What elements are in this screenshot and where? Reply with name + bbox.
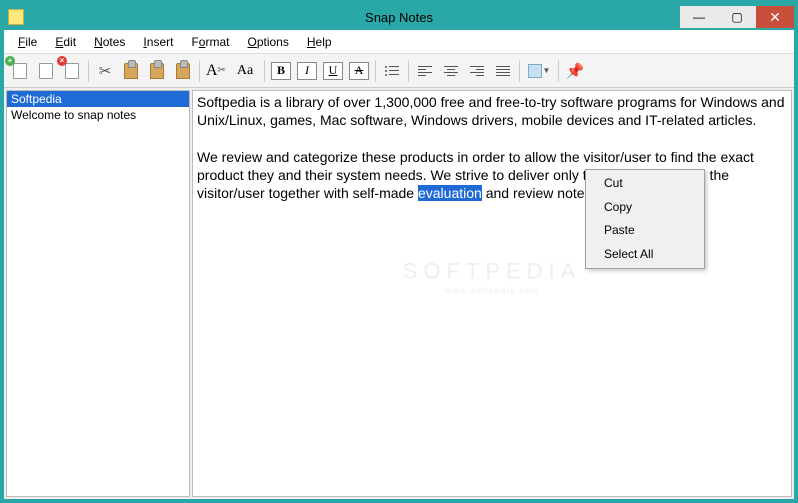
menu-format[interactable]: Format [183,33,237,51]
font-size-button[interactable]: A✂ [204,59,228,83]
notes-sidebar[interactable]: Softpedia Welcome to snap notes [6,90,190,497]
content-area: Softpedia Welcome to snap notes SOFTPEDI… [4,88,794,499]
context-copy[interactable]: Copy [586,196,704,220]
minimize-button[interactable]: — [680,6,718,28]
titlebar[interactable]: Snap Notes — ▢ ✕ [4,4,794,30]
editor-blank-line[interactable] [197,129,787,147]
context-menu: Cut Copy Paste Select All [585,169,705,269]
context-cut[interactable]: Cut [586,172,704,196]
sidebar-item-softpedia[interactable]: Softpedia [7,91,189,107]
align-left-button[interactable] [413,59,437,83]
window-controls: — ▢ ✕ [680,6,794,28]
bullet-list-icon [385,66,399,76]
pin-button[interactable]: 📌 [563,59,587,83]
clipboard-icon [150,63,164,79]
align-justify-button[interactable] [491,59,515,83]
align-justify-icon [496,66,510,76]
maximize-button[interactable]: ▢ [718,6,756,28]
menu-file[interactable]: File [10,33,45,51]
sidebar-item-welcome[interactable]: Welcome to snap notes [7,107,189,123]
italic-button[interactable]: I [295,59,319,83]
note-editor[interactable]: SOFTPEDIA www.softpedia.com Softpedia is… [192,90,792,497]
separator [408,60,409,82]
align-right-button[interactable] [465,59,489,83]
menu-help[interactable]: Help [299,33,340,51]
note-icon [528,64,542,78]
strikethrough-button[interactable]: A [347,59,371,83]
separator [88,60,89,82]
paste-special-button[interactable] [171,59,195,83]
note-style-button[interactable]: ▼ [524,59,554,83]
pin-icon: 📌 [566,62,585,80]
separator [264,60,265,82]
toolbar: + × ✂ A✂ Aa B I U A ▼ 📌 [4,54,794,88]
clipboard-icon [124,63,138,79]
menu-insert[interactable]: Insert [135,33,181,51]
cut-button[interactable]: ✂ [93,59,117,83]
bold-button[interactable]: B [269,59,293,83]
context-paste[interactable]: Paste [586,219,704,243]
italic-icon: I [297,62,317,80]
underline-icon: U [323,62,343,80]
x-badge-icon: × [57,56,67,66]
paste-button[interactable] [145,59,169,83]
menu-edit[interactable]: Edit [47,33,84,51]
selected-text[interactable]: evaluation [418,185,482,201]
open-note-button[interactable] [34,59,58,83]
page-icon [39,63,53,79]
separator [375,60,376,82]
align-left-icon [418,66,432,76]
menu-options[interactable]: Options [239,33,296,51]
align-center-icon [444,66,458,76]
scissors-small-icon: ✂ [218,65,226,76]
editor-paragraph[interactable]: Softpedia is a library of over 1,300,000… [197,93,787,129]
underline-button[interactable]: U [321,59,345,83]
plus-badge-icon: + [5,56,15,66]
align-right-icon [470,66,484,76]
scissors-icon: ✂ [99,62,112,80]
watermark: SOFTPEDIA www.softpedia.com [403,257,582,297]
dropdown-arrow-icon: ▼ [543,66,551,75]
delete-note-button[interactable]: × [60,59,84,83]
font-button[interactable]: Aa [230,59,260,83]
separator [519,60,520,82]
strike-icon: A [349,62,369,80]
align-center-button[interactable] [439,59,463,83]
copy-button[interactable] [119,59,143,83]
font-a-icon: A [206,62,218,80]
page-icon [65,63,79,79]
font-aa-icon: Aa [237,63,253,79]
clipboard-icon [176,63,190,79]
app-window: Snap Notes — ▢ ✕ File Edit Notes Insert … [0,0,798,503]
menubar: File Edit Notes Insert Format Options He… [4,30,794,54]
window-title: Snap Notes [365,10,433,25]
context-select-all[interactable]: Select All [586,243,704,267]
bold-icon: B [271,62,291,80]
menu-notes[interactable]: Notes [86,33,133,51]
separator [558,60,559,82]
bullet-list-button[interactable] [380,59,404,83]
new-note-button[interactable]: + [8,59,32,83]
app-icon [8,9,24,25]
close-button[interactable]: ✕ [756,6,794,28]
page-icon [13,63,27,79]
separator [199,60,200,82]
